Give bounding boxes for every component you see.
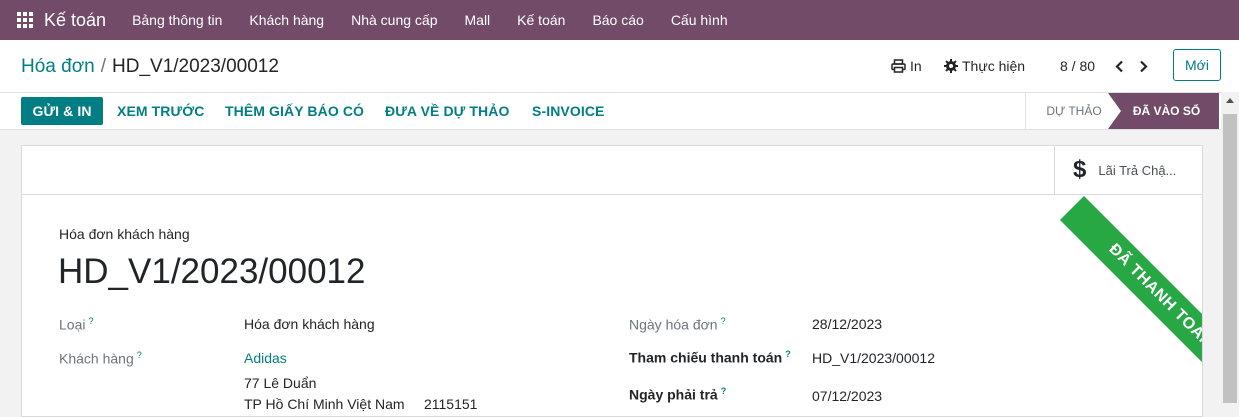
top-navbar: Kế toán Bảng thông tin Khách hàng Nhà cu… <box>0 0 1239 40</box>
due-date-label-text: Ngày phải trả <box>629 386 718 403</box>
send-print-button[interactable]: Gửi & In <box>21 97 103 125</box>
invoice-date-value[interactable]: 28/12/2023 <box>812 316 882 332</box>
document-number-title: HD_V1/2023/00012 <box>58 252 366 291</box>
payment-reference-label: Tham chiếu thanh toán? <box>629 349 791 366</box>
menu-accounting[interactable]: Kế toán <box>517 12 565 28</box>
due-date-value[interactable]: 07/12/2023 <box>812 388 882 404</box>
payment-reference-label-text: Tham chiếu thanh toán <box>629 349 783 366</box>
menu-mall[interactable]: Mall <box>465 12 491 28</box>
menu-configuration[interactable]: Cấu hình <box>671 12 728 28</box>
paid-ribbon: ĐÃ THANH TOÁN <box>1059 196 1202 397</box>
preview-button[interactable]: Xem trước <box>117 97 204 125</box>
s-invoice-button[interactable]: S-Invoice <box>532 97 604 125</box>
dollar-icon: $ <box>1073 156 1087 183</box>
print-label: In <box>910 58 922 74</box>
menu-dashboard[interactable]: Bảng thông tin <box>132 12 222 28</box>
customer-label-text: Khách hàng <box>59 350 134 367</box>
apps-grid-icon[interactable] <box>17 12 33 28</box>
help-mark[interactable]: ? <box>785 349 791 359</box>
scroll-up-arrow-icon[interactable] <box>1226 98 1234 103</box>
pager: 8 / 80 <box>1060 40 1155 92</box>
payment-reference-value[interactable]: HD_V1/2023/00012 <box>812 350 935 366</box>
document-type-subtitle: Hóa đơn khách hàng <box>59 226 190 242</box>
smart-button-label: Lãi Trả Chậ... <box>1098 162 1177 178</box>
customer-address-line2: TP Hồ Chí Minh Việt Nam 2115151 <box>244 396 478 412</box>
print-button[interactable]: In <box>891 40 922 92</box>
customer-label: Khách hàng? <box>59 350 142 367</box>
type-label-text: Loại <box>59 316 86 333</box>
vertical-scrollbar[interactable] <box>1221 92 1239 403</box>
type-value[interactable]: Hóa đơn khách hàng <box>244 316 375 332</box>
customer-address-line1: 77 Lê Duẩn <box>244 375 317 391</box>
late-interest-smart-button[interactable]: $ Lãi Trả Chậ... <box>1054 146 1202 194</box>
menu-vendors[interactable]: Nhà cung cấp <box>351 12 437 28</box>
app-name[interactable]: Kế toán <box>44 10 106 31</box>
invoice-date-label-text: Ngày hóa đơn <box>629 316 718 333</box>
gear-icon <box>944 59 958 73</box>
customer-name[interactable]: Adidas <box>244 350 287 366</box>
menu-customers[interactable]: Khách hàng <box>249 12 324 28</box>
type-label: Loại? <box>59 316 93 333</box>
stage-posted[interactable]: ĐÃ VÀO SỔ <box>1108 93 1219 129</box>
breadcrumb: Hóa đơn / HD_V1/2023/00012 <box>21 56 279 78</box>
breadcrumb-parent[interactable]: Hóa đơn <box>21 56 95 77</box>
invoice-date-label: Ngày hóa đơn? <box>629 316 726 333</box>
action-button[interactable]: Thực hiện <box>944 40 1025 92</box>
help-mark[interactable]: ? <box>137 350 142 360</box>
chevron-right-icon[interactable] <box>1131 60 1155 73</box>
status-bar: Gửi & In Xem trước Thêm giấy báo có Đưa … <box>0 93 1239 130</box>
help-mark[interactable]: ? <box>721 386 727 396</box>
due-date-label: Ngày phải trả? <box>629 386 726 403</box>
control-panel: Hóa đơn / HD_V1/2023/00012 In Thực hiện … <box>0 40 1239 93</box>
stage-draft[interactable]: DỰ THẢO <box>1025 93 1122 129</box>
help-mark[interactable]: ? <box>88 316 93 326</box>
reset-to-draft-button[interactable]: Đưa về dự thảo <box>385 97 509 125</box>
form-sheet: $ Lãi Trả Chậ... ĐÃ THANH TOÁN Hóa đơn k… <box>21 145 1203 417</box>
chevron-left-icon[interactable] <box>1107 60 1131 73</box>
help-mark[interactable]: ? <box>721 316 726 326</box>
print-icon <box>891 59 906 73</box>
menu-reports[interactable]: Báo cáo <box>592 12 643 28</box>
scrollbar-thumb[interactable] <box>1223 114 1237 403</box>
new-button[interactable]: Mới <box>1173 49 1221 81</box>
pager-value[interactable]: 8 / 80 <box>1060 58 1095 74</box>
breadcrumb-separator: / <box>100 56 107 77</box>
action-label: Thực hiện <box>962 58 1026 74</box>
add-credit-note-button[interactable]: Thêm giấy báo có <box>225 97 364 125</box>
breadcrumb-current: HD_V1/2023/00012 <box>112 56 279 77</box>
button-box: $ Lãi Trả Chậ... <box>22 146 1202 195</box>
